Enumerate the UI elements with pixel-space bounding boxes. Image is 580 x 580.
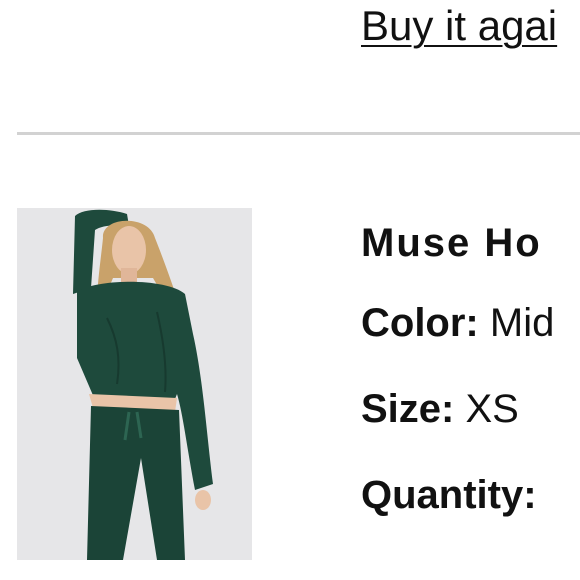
product-photo-illustration (17, 208, 252, 560)
order-item-page: Buy it agai Muse Ho Color: Mid Size: XS … (0, 0, 580, 580)
color-value: Mid (489, 301, 555, 345)
product-details: Muse Ho Color: Mid Size: XS Quantity: (361, 216, 554, 554)
size-row: Size: XS (361, 382, 554, 436)
color-label: Color: (361, 301, 490, 345)
quantity-row: Quantity: (361, 468, 554, 522)
product-name[interactable]: Muse Ho (361, 216, 554, 270)
color-row: Color: Mid (361, 296, 554, 350)
section-divider (17, 132, 580, 135)
size-value: XS (465, 387, 519, 431)
quantity-label: Quantity: (361, 473, 537, 517)
product-image[interactable] (17, 208, 252, 560)
size-label: Size: (361, 387, 466, 431)
buy-it-again-link[interactable]: Buy it agai (361, 0, 557, 52)
